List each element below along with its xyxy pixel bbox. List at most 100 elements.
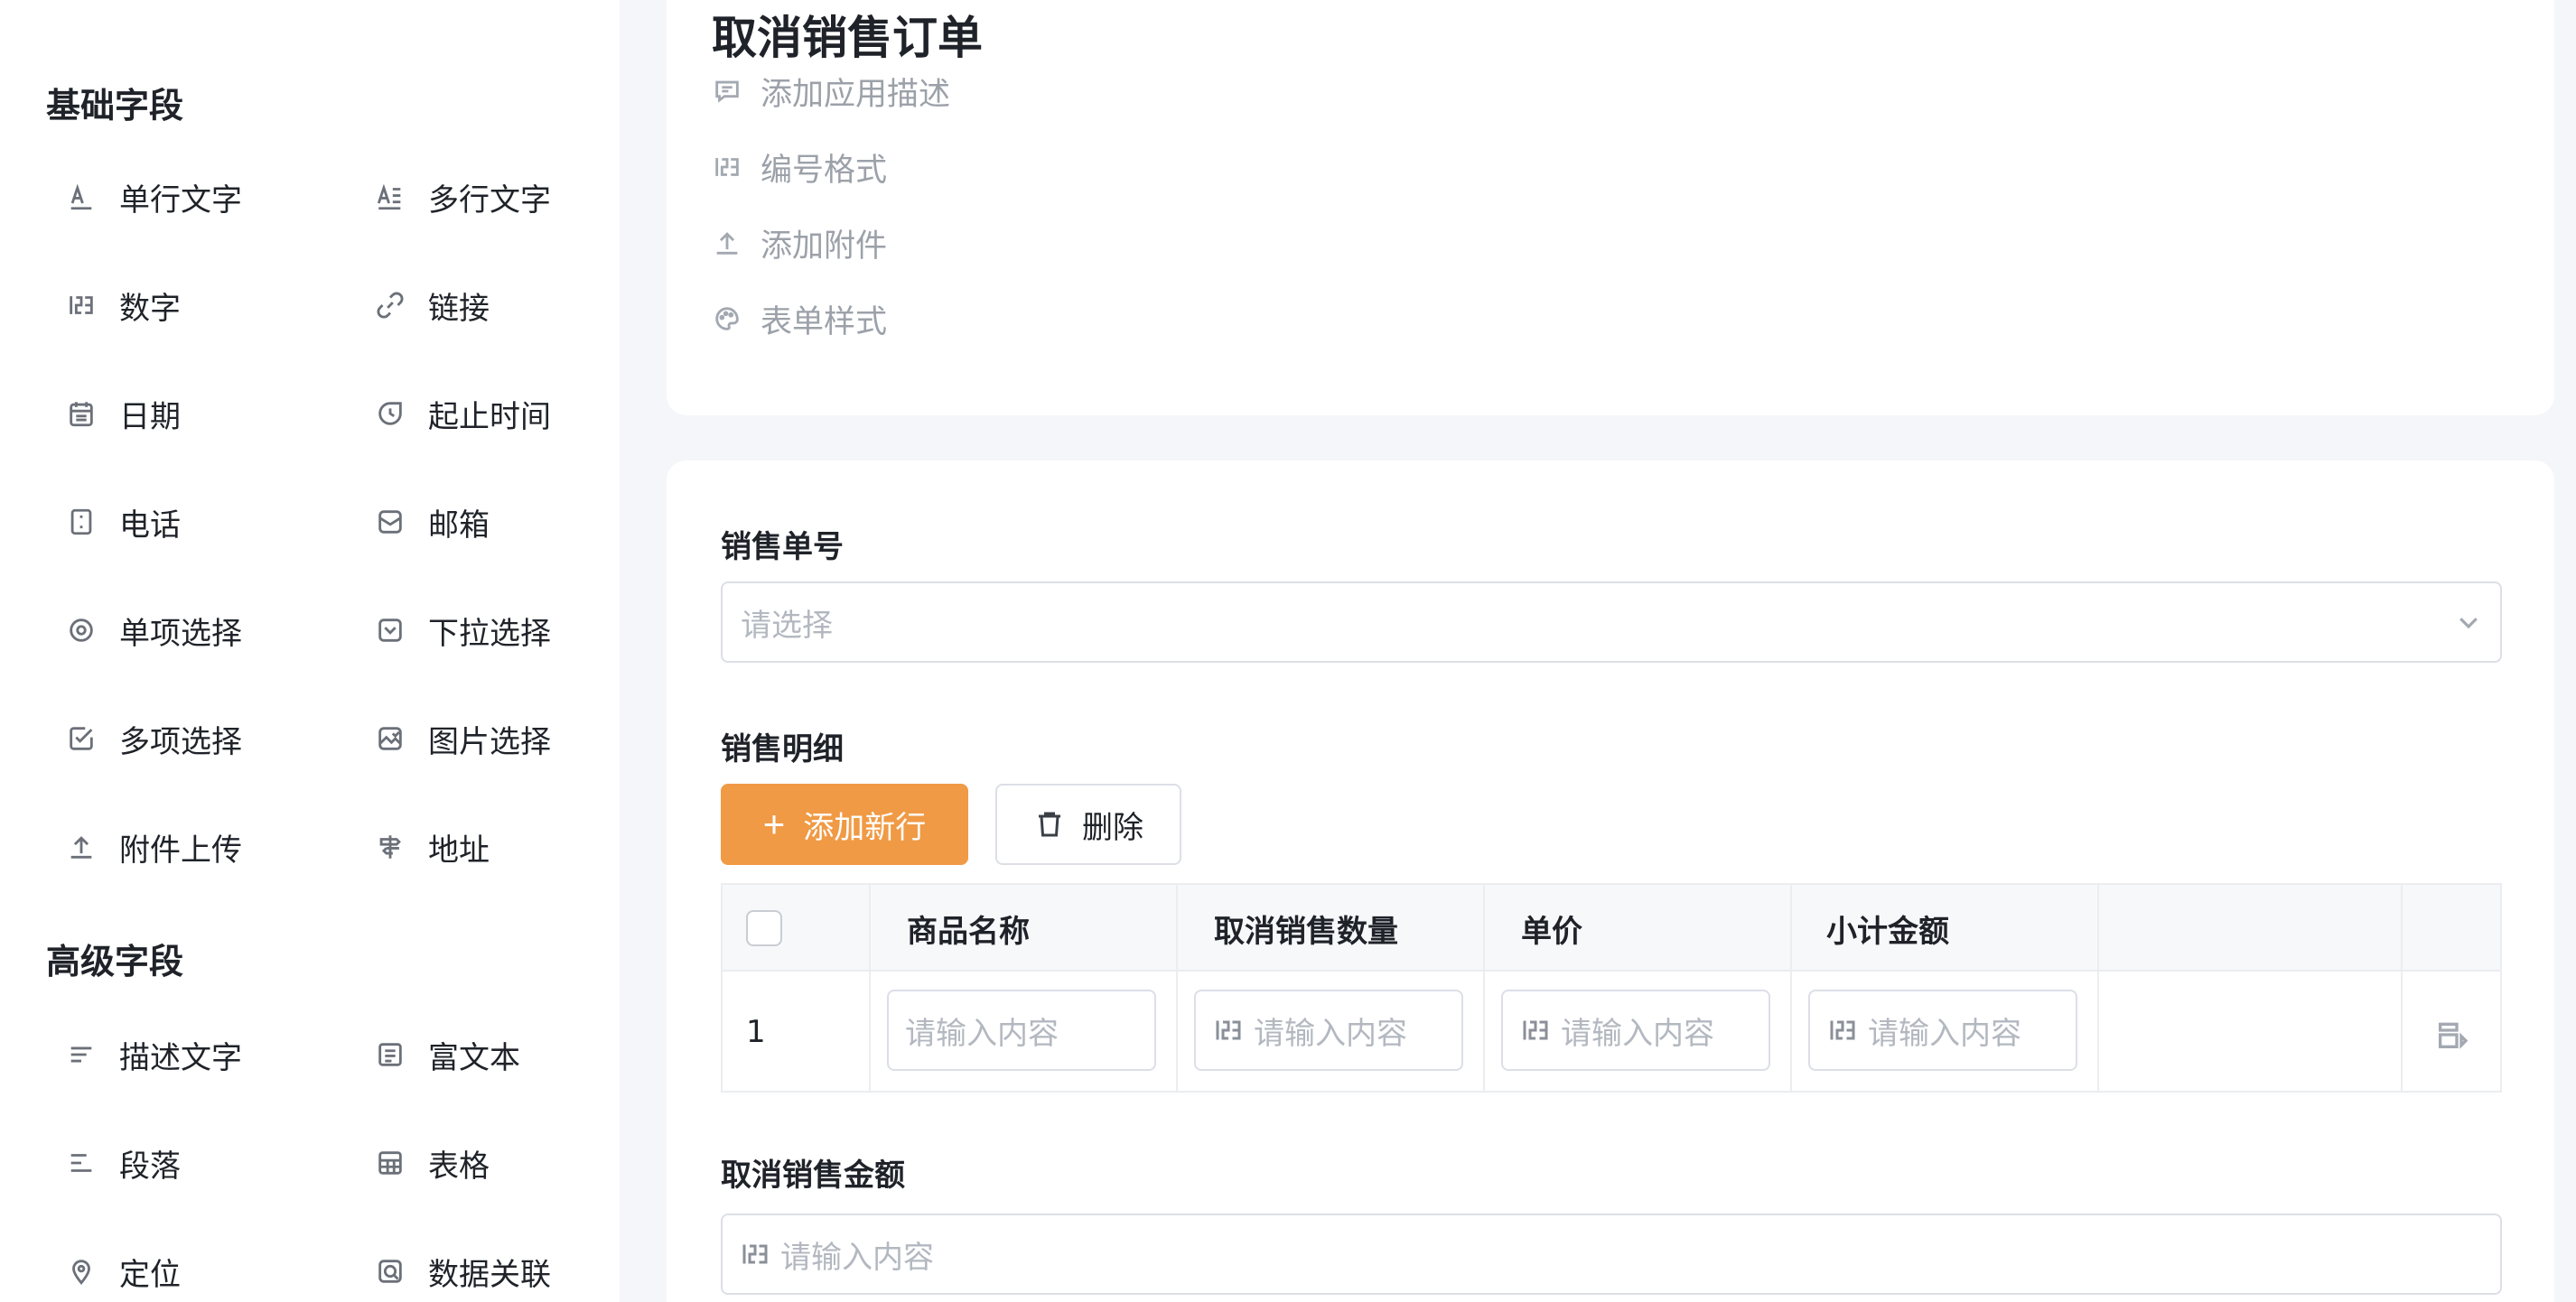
form-designer: 基础字段 单行文字 多行文字 数字 链接 日期 起止时间 电话 邮箱 单项选择 … [0, 0, 2576, 1302]
select-placeholder: 请选择 [741, 607, 833, 644]
form-style-link[interactable]: 表单样式 [712, 296, 887, 341]
input-placeholder: 请输入内容 [1254, 1015, 1407, 1052]
field-label: 富文本 [428, 1039, 520, 1076]
field-label: 描述文字 [119, 1039, 242, 1076]
field-description[interactable]: 描述文字 [63, 1028, 334, 1082]
field-checkbox[interactable]: 多项选择 [63, 711, 334, 766]
field-label: 数字 [119, 290, 181, 327]
table-icon [372, 1145, 408, 1181]
trash-icon [1039, 812, 1060, 837]
column-header-subtotal: 小计金额 [1826, 913, 1949, 950]
location-icon [63, 1253, 99, 1289]
input-placeholder: 请输入内容 [1868, 1015, 2021, 1052]
field-label: 附件上传 [119, 832, 242, 869]
field-phone[interactable]: 电话 [63, 495, 334, 549]
field-label: 地址 [428, 832, 490, 869]
field-label: 起止时间 [428, 398, 551, 435]
app-info-card: 取消销售订单 添加应用描述 编号格式 添加附件 表单样式 [667, 0, 2554, 415]
field-table[interactable]: 表格 [372, 1136, 643, 1190]
add-description-link[interactable]: 添加应用描述 [712, 69, 950, 114]
add-row-button[interactable]: + 添加新行 [721, 784, 968, 865]
comment-icon [715, 80, 739, 103]
field-link[interactable]: 链接 [372, 278, 643, 332]
form-canvas-card: 销售单号 请选择 销售明细 + 添加新行 删除 商品名称 取消销售数量 单价 小… [667, 460, 2554, 1302]
field-label: 段落 [119, 1148, 181, 1185]
meta-label: 添加附件 [761, 228, 888, 265]
row-detail-icon [2439, 1022, 2469, 1049]
add-row-label: 添加新行 [803, 810, 927, 845]
meta-label: 添加应用描述 [761, 76, 951, 113]
radio-icon [63, 612, 99, 648]
field-multi-line-text[interactable]: 多行文字 [372, 170, 643, 224]
field-label: 多项选择 [119, 723, 242, 760]
field-single-line-text[interactable]: 单行文字 [63, 170, 334, 224]
rich-text-icon [372, 1037, 408, 1073]
chevron-down-icon [2459, 618, 2478, 629]
field-number[interactable]: 数字 [63, 278, 334, 332]
field-dropdown[interactable]: 下拉选择 [372, 603, 643, 657]
product-name-input[interactable]: 请输入内容 [887, 990, 1156, 1071]
app-title[interactable]: 取消销售订单 [712, 2, 983, 67]
sales-detail-table: 商品名称 取消销售数量 单价 小计金额 1 请输入内容 请输入内容 请输入内容 … [721, 883, 2502, 1093]
subtotal-input[interactable]: 请输入内容 [1808, 990, 2077, 1071]
cancel-amount-label: 取消销售金额 [721, 1158, 905, 1194]
field-label: 单项选择 [119, 615, 242, 652]
column-header-price: 单价 [1521, 913, 1582, 950]
field-label: 数据关联 [428, 1256, 551, 1293]
number-icon [742, 1244, 768, 1264]
palette-icon [715, 307, 739, 330]
column-divider [1790, 885, 1792, 1091]
plus-icon: + [762, 803, 786, 845]
number-icon [1523, 1020, 1548, 1040]
order-no-label: 销售单号 [721, 529, 844, 565]
column-divider [1176, 885, 1178, 1091]
number-icon [63, 287, 99, 323]
delete-button[interactable]: 删除 [995, 784, 1181, 865]
field-label: 链接 [428, 290, 490, 327]
select-all-checkbox[interactable] [746, 910, 782, 946]
number-format-link[interactable]: 编号格式 [712, 144, 887, 190]
data-link-icon [372, 1253, 408, 1289]
field-data-link[interactable]: 数据关联 [372, 1244, 643, 1298]
delete-label: 删除 [1082, 810, 1143, 845]
unit-price-input[interactable]: 请输入内容 [1501, 990, 1770, 1071]
phone-icon [63, 504, 99, 540]
column-divider [2401, 885, 2403, 1091]
cancel-amount-input[interactable]: 请输入内容 [721, 1214, 2502, 1295]
checkbox-icon [63, 721, 99, 757]
input-placeholder: 请输入内容 [1561, 1015, 1714, 1052]
input-placeholder: 请输入内容 [780, 1239, 934, 1276]
field-location[interactable]: 定位 [63, 1244, 334, 1298]
upload-icon [716, 232, 738, 255]
mail-icon [372, 504, 408, 540]
basic-fields-title: 基础字段 [46, 86, 184, 126]
add-attachment-link[interactable]: 添加附件 [712, 220, 887, 265]
field-label: 定位 [119, 1256, 181, 1293]
field-paragraph[interactable]: 段落 [63, 1136, 334, 1190]
field-label: 表格 [428, 1148, 490, 1185]
field-image[interactable]: 图片选择 [372, 711, 643, 766]
column-header-product: 商品名称 [907, 913, 1030, 950]
field-upload[interactable]: 附件上传 [63, 820, 334, 874]
field-email[interactable]: 邮箱 [372, 495, 643, 549]
quantity-input[interactable]: 请输入内容 [1194, 990, 1463, 1071]
description-icon [63, 1037, 99, 1073]
row-detail-button[interactable] [2434, 1017, 2470, 1053]
field-date[interactable]: 日期 [63, 386, 334, 441]
field-radio[interactable]: 单项选择 [63, 603, 334, 657]
dropdown-icon [372, 612, 408, 648]
field-label: 电话 [119, 507, 181, 544]
row-index: 1 [746, 1014, 766, 1050]
calendar-icon [63, 395, 99, 432]
field-rich-text[interactable]: 富文本 [372, 1028, 643, 1082]
number-icon [1216, 1020, 1241, 1040]
field-label: 日期 [119, 398, 181, 435]
field-time-range[interactable]: 起止时间 [372, 386, 643, 441]
order-no-select[interactable]: 请选择 [721, 581, 2502, 663]
single-line-text-icon [63, 179, 99, 215]
field-label: 单行文字 [119, 181, 242, 219]
field-address[interactable]: 地址 [372, 820, 643, 874]
sales-detail-label: 销售明细 [721, 731, 844, 767]
multi-line-text-icon [372, 179, 408, 215]
field-label: 多行文字 [428, 181, 551, 219]
